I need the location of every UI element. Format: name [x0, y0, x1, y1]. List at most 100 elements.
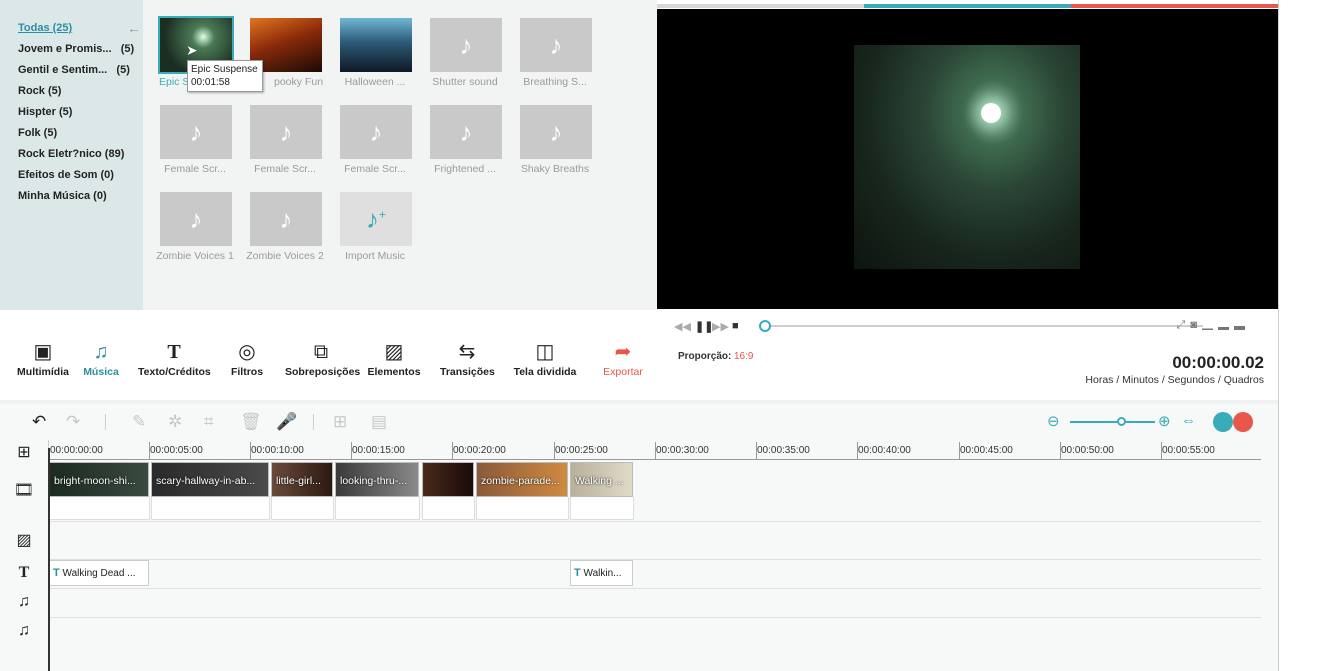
media-label: Frightened ... [434, 163, 496, 175]
tooltip-title: Epic Suspense [191, 64, 258, 75]
category-item-young[interactable]: Jovem e Promis... (5) [18, 43, 134, 55]
video-preview[interactable] [657, 9, 1278, 309]
tool-elements[interactable]: ▨ Elementos [366, 340, 422, 378]
text-clip-label: Walkin... [583, 568, 622, 579]
track-separator [48, 617, 1261, 618]
media-item-female-scream-3[interactable]: ♪ Female Scr... [330, 97, 420, 177]
tool-text-credits[interactable]: T Texto/Créditos [138, 340, 211, 378]
mouse-cursor-icon: ➤ [186, 42, 198, 58]
category-item-rock[interactable]: Rock (5) [18, 85, 61, 97]
fast-forward-icon[interactable]: ▶▶ [712, 320, 729, 333]
tool-label: Exportar [603, 366, 643, 378]
timecode-caption: Horas / Minutos / Segundos / Quadros [1085, 374, 1264, 386]
media-item-shutter-sound[interactable]: ♪ Shutter sound [420, 10, 510, 90]
video-clip[interactable]: bright-moon-shi... [49, 462, 149, 497]
ruler-tick-label: 00:00:45:00 [960, 445, 1013, 456]
category-item-gentle[interactable]: Gentil e Sentim... (5) [18, 64, 130, 76]
video-clip[interactable] [422, 462, 474, 497]
video-clip[interactable]: Walking ... [570, 462, 633, 497]
color-icon[interactable]: ✲ [168, 412, 182, 432]
undo-icon[interactable]: ↶ [32, 412, 46, 432]
tool-label: Elementos [367, 366, 421, 378]
fullscreen-snapshot-volume-icons[interactable]: ⤢◙▁▂▃ [1177, 319, 1250, 332]
category-item-electronic-rock[interactable]: Rock Eletr?nico (89) [18, 148, 124, 160]
media-label: Shaky Breaths [520, 163, 590, 175]
media-item-import-music[interactable]: ♪+ Import Music [330, 184, 420, 264]
text-clip[interactable]: T Walking Dead ... [49, 560, 149, 586]
music-note-icon: ♪ [279, 204, 293, 234]
media-item-zombie-voices-2[interactable]: ♪ Zombie Voices 2 [240, 184, 330, 264]
video-clip[interactable]: zombie-parade... [476, 462, 568, 497]
clip-label: scary-hallway-in-ab... [156, 475, 256, 487]
media-grid: Epic S pooky Fun Halloween ... ♪ Shutter… [150, 10, 650, 310]
clip-audio-strip [49, 497, 150, 520]
zoom-slider-track[interactable] [1070, 421, 1155, 423]
category-item-folk[interactable]: Folk (5) [18, 127, 57, 139]
tool-filters[interactable]: ◎ Filtros [226, 340, 268, 378]
scrubber-track[interactable] [763, 325, 1203, 327]
back-arrow-icon[interactable]: ← [127, 20, 141, 36]
category-item-my-music[interactable]: Minha Música (0) [18, 190, 107, 202]
ruler-tick-label: 00:00:50:00 [1061, 445, 1114, 456]
media-item-female-scream-2[interactable]: ♪ Female Scr... [240, 97, 330, 177]
video-clip[interactable]: looking-thru-... [335, 462, 419, 497]
tool-split-screen[interactable]: ◫ Tela dividida [512, 340, 578, 378]
music-note-icon: ♪ [189, 117, 203, 147]
ruler-mark [250, 442, 251, 460]
media-item-shaky-breaths[interactable]: ♪ Shaky Breaths [510, 97, 600, 177]
text-clip[interactable]: T Walkin... [570, 560, 633, 586]
media-item-zombie-voices-1[interactable]: ♪ Zombie Voices 1 [150, 184, 240, 264]
stop-icon[interactable]: ■ [732, 320, 739, 332]
video-clip[interactable]: scary-hallway-in-ab... [151, 462, 269, 497]
ruler-tick-label: 00:00:05:00 [150, 445, 203, 456]
timeline: 00:00:00:00 00:00:05:00 00:00:10:00 00:0… [0, 440, 1278, 671]
crop-icon[interactable]: ⌗ [204, 412, 214, 432]
category-item-sound-effects[interactable]: Efeitos de Som (0) [18, 169, 114, 181]
pause-icon[interactable]: ❚❚ [695, 320, 713, 333]
tool-overlays[interactable]: ⧉ Sobreposições [285, 340, 360, 378]
tool-music[interactable]: ♫ Música [80, 340, 122, 378]
audio-mixer-icon[interactable]: ⊞ [333, 412, 347, 432]
edit-pencil-icon[interactable]: ✎ [132, 412, 146, 432]
media-item-breathing[interactable]: ♪ Breathing S... [510, 10, 600, 90]
record-button[interactable] [1233, 412, 1253, 432]
scene-detection-icon[interactable]: ▤ [371, 412, 387, 432]
music-note-icon: ♪ [459, 30, 473, 60]
media-item-halloween[interactable]: Halloween ... [330, 10, 420, 90]
media-icon: ▣ [33, 341, 53, 363]
microphone-icon[interactable]: 🎤 [276, 412, 297, 432]
window-edge [1278, 0, 1279, 671]
video-clip[interactable]: little-girl... [271, 462, 333, 497]
media-item-female-scream-1[interactable]: ♪ Female Scr... [150, 97, 240, 177]
tool-transitions[interactable]: ⇆ Transições [440, 340, 495, 378]
tool-export[interactable]: ➦ Exportar [600, 340, 646, 378]
ruler-tick-label: 00:00:30:00 [656, 445, 709, 456]
media-library-panel: ← Todas (25) Jovem e Promis... (5) Genti… [0, 0, 657, 310]
add-track-icon[interactable]: ⊞ [0, 442, 48, 462]
zoom-slider-handle[interactable] [1117, 417, 1126, 426]
ruler-tick-label: 00:00:10:00 [251, 445, 304, 456]
zoom-in-icon[interactable]: ⊕ [1158, 412, 1171, 430]
category-item-all[interactable]: Todas (25) [18, 22, 72, 34]
media-item-frightened[interactable]: ♪ Frightened ... [420, 97, 510, 177]
category-label: Gentil e Sentim... [18, 64, 108, 76]
render-preview-button[interactable] [1213, 412, 1233, 432]
redo-icon[interactable]: ↷ [66, 412, 80, 432]
zoom-out-icon[interactable]: ⊖ [1047, 412, 1060, 430]
timeline-playhead[interactable] [48, 448, 50, 671]
delete-icon[interactable]: 🗑 [240, 412, 262, 432]
music-note-icon: ♪ [189, 204, 203, 234]
rewind-icon[interactable]: ◀◀ [674, 320, 691, 333]
category-item-hipster[interactable]: Hispter (5) [18, 106, 72, 118]
clip-label: zombie-parade... [481, 475, 560, 487]
tool-media[interactable]: ▣ Multimídia [16, 340, 70, 378]
track-separator [48, 521, 1261, 522]
text-clip-label: Walking Dead ... [62, 568, 136, 579]
playback-controls: ◀◀ ❚❚ ▶▶ ■ ⤢◙▁▂▃ Proporção: 16:9 00:00:0… [657, 310, 1278, 400]
fit-timeline-icon[interactable]: ⇔ [1181, 412, 1196, 429]
media-label: Zombie Voices 2 [246, 250, 324, 262]
scrubber-handle[interactable] [759, 320, 771, 332]
split-screen-icon: ◫ [535, 341, 555, 363]
aspect-ratio-value[interactable]: 16:9 [734, 351, 753, 362]
ruler-mark [351, 442, 352, 460]
